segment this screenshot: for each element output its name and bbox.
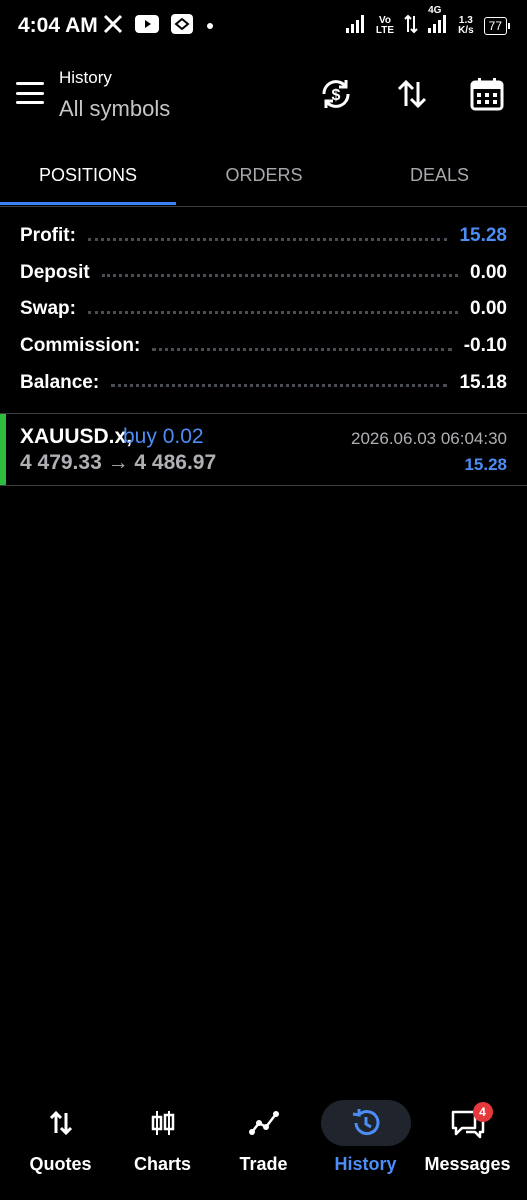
position-datetime: 2026.06.03 06:04:30: [351, 429, 507, 448]
nav-charts[interactable]: Charts: [110, 1100, 215, 1200]
notification-icons: [103, 14, 215, 39]
summary-row-profit: Profit: 15.28: [20, 218, 507, 255]
menu-icon[interactable]: [16, 82, 44, 104]
summary-label: Swap:: [20, 298, 76, 320]
trade-icon: [219, 1100, 309, 1146]
nav-history[interactable]: History: [313, 1100, 418, 1200]
summary-panel: Profit: 15.28 Deposit 0.00 Swap: 0.00 Co…: [20, 218, 507, 401]
dotted-leader: [87, 310, 459, 314]
x-icon: [103, 14, 123, 39]
summary-row-balance: Balance: 15.18: [20, 364, 507, 401]
volte-top: Vo: [378, 14, 392, 26]
nav-label: Charts: [133, 1154, 191, 1174]
screen: 4:04 AM Vo LTE 4G 1.3 K/s 77 History All…: [0, 0, 527, 1200]
position-prices: 4 479.33 → 4 486.97: [20, 451, 217, 474]
summary-value: 0.00: [470, 298, 507, 320]
summary-value: 0.00: [470, 261, 507, 283]
sync-currency-icon: $: [322, 80, 350, 108]
summary-row-swap: Swap: 0.00: [20, 291, 507, 328]
position-profit: 15.28: [464, 455, 507, 474]
tab-positions[interactable]: POSITIONS: [0, 146, 176, 204]
dotted-leader: [87, 237, 448, 241]
summary-label: Balance:: [20, 371, 100, 393]
svg-text:$: $: [332, 87, 341, 104]
data-arrows-icon: [404, 14, 418, 37]
tab-deals[interactable]: DEALS: [352, 146, 527, 204]
youtube-icon: [135, 15, 159, 38]
calendar-button[interactable]: [467, 74, 507, 114]
dotted-leader: [101, 274, 459, 278]
calendar-icon: [470, 78, 504, 111]
history-icon: [320, 1100, 411, 1146]
signal-4g: 4G: [428, 6, 448, 36]
speed-unit: K/s: [458, 24, 474, 36]
system-icons: Vo LTE 4G 1.3 K/s 77: [345, 6, 511, 37]
dotted-leader: [111, 384, 448, 388]
signal-icon: [345, 15, 366, 36]
messages-icon: 4: [423, 1100, 513, 1146]
status-bar: 4:04 AM Vo LTE 4G 1.3 K/s 77: [0, 0, 527, 56]
summary-label: Commission:: [20, 335, 141, 357]
network-4g-label: 4G: [428, 5, 442, 16]
history-tabs: POSITIONS ORDERS DEALS: [0, 146, 527, 207]
sort-button[interactable]: [392, 74, 432, 114]
active-tab-indicator: [0, 202, 176, 205]
summary-value: 15.28: [459, 225, 507, 247]
status-time: 4:04 AM: [18, 14, 98, 37]
summary-row-deposit: Deposit 0.00: [20, 255, 507, 292]
app-icon: [171, 14, 193, 39]
tab-orders[interactable]: ORDERS: [176, 146, 352, 204]
bottom-navigation: Quotes Charts Trade History 4 Messages: [0, 1100, 527, 1200]
nav-label: Trade: [239, 1154, 288, 1174]
nav-label: History: [334, 1154, 397, 1174]
position-symbol: XAUUSD.x,: [20, 425, 133, 448]
volte-indicator: Vo LTE: [375, 14, 395, 36]
header-title[interactable]: All symbols: [59, 96, 170, 122]
header-subtitle: History: [59, 68, 112, 87]
messages-badge: 4: [472, 1102, 493, 1122]
nav-trade[interactable]: Trade: [211, 1100, 316, 1200]
nav-label: Messages: [424, 1154, 511, 1174]
app-header: History All symbols $: [0, 56, 527, 146]
position-side: buy 0.02: [123, 425, 204, 448]
nav-label: Quotes: [29, 1154, 92, 1174]
net-speed: 1.3 K/s: [458, 14, 474, 36]
summary-value: 15.18: [459, 371, 507, 393]
sync-currency-button[interactable]: $: [316, 74, 356, 114]
candlestick-icon: [118, 1100, 208, 1146]
summary-row-commission: Commission: -0.10: [20, 328, 507, 365]
dot-icon: [205, 18, 215, 36]
sort-icon: [397, 79, 427, 109]
summary-label: Deposit: [20, 261, 90, 283]
summary-label: Profit:: [20, 225, 76, 247]
nav-messages[interactable]: 4 Messages: [415, 1100, 520, 1200]
nav-quotes[interactable]: Quotes: [8, 1100, 113, 1200]
battery-icon: 77: [483, 16, 511, 35]
quotes-icon: [16, 1100, 106, 1146]
summary-value: -0.10: [463, 335, 507, 357]
buy-status-bar: [0, 414, 6, 485]
speed-value: 1.3: [458, 14, 473, 26]
volte-bottom: LTE: [375, 24, 395, 36]
position-row[interactable]: XAUUSD.x, buy 0.02 4 479.33 → 4 486.97 2…: [0, 413, 527, 486]
dotted-leader: [152, 347, 452, 351]
